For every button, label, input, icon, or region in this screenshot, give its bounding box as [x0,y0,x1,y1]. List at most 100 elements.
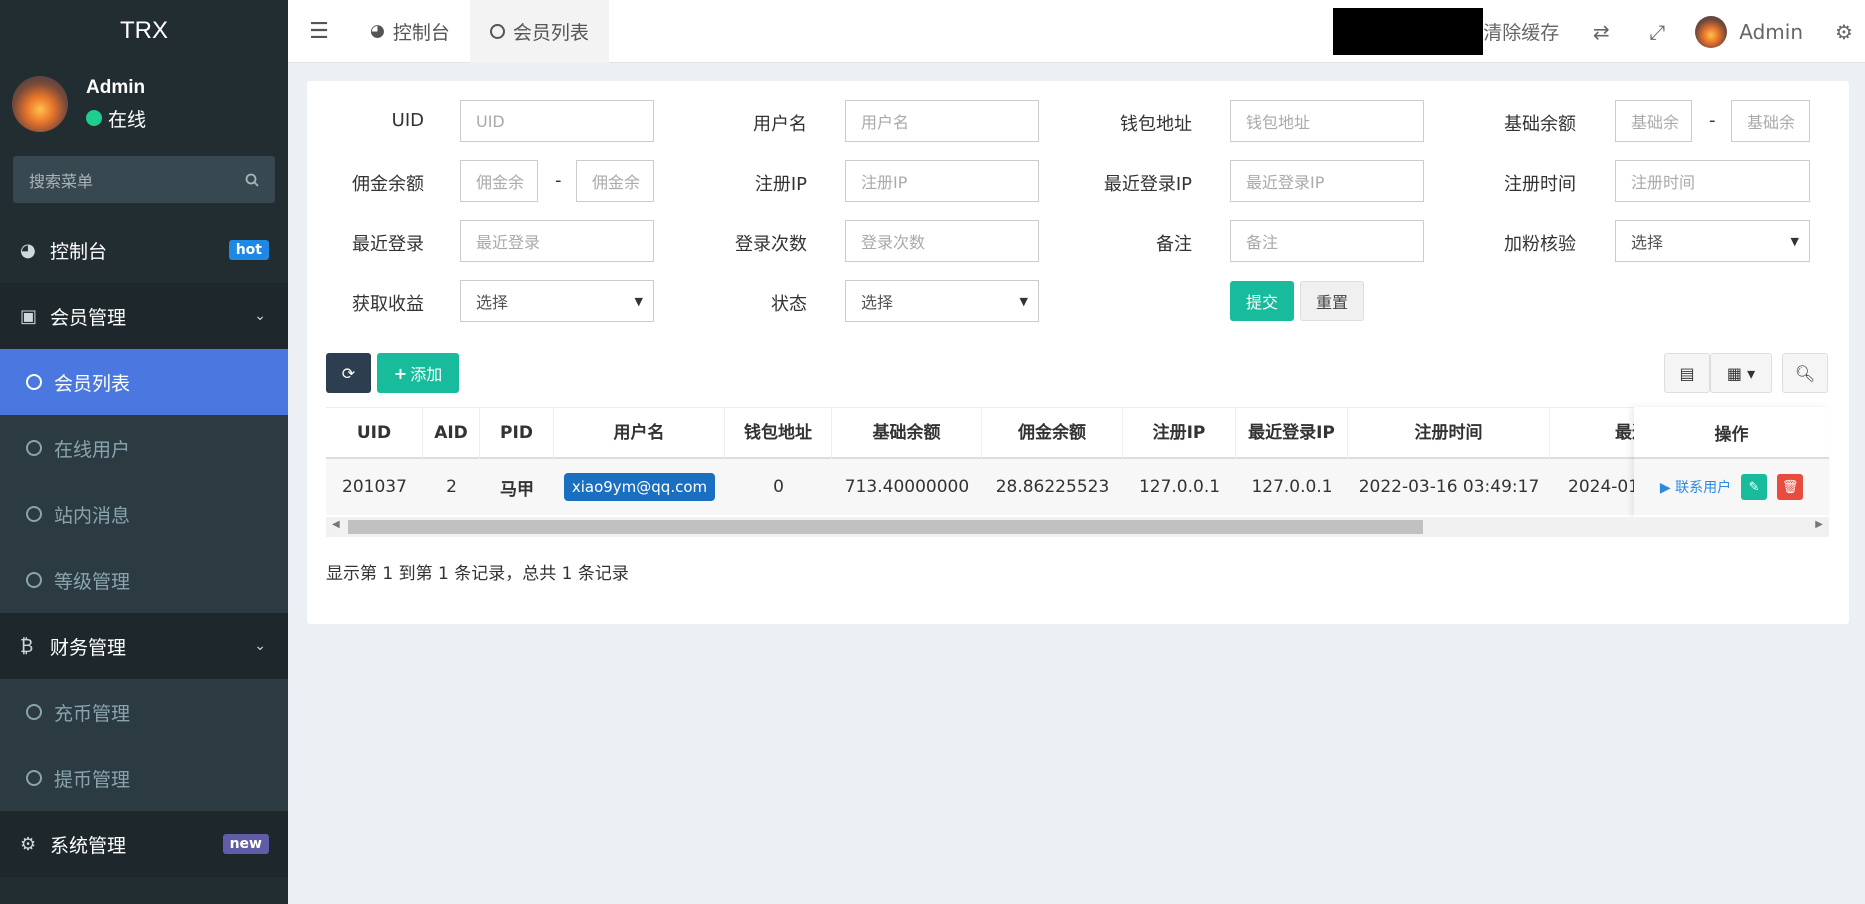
columns-button[interactable]: ▦ ▾ [1710,353,1772,393]
contact-user-link[interactable]: ▶ 联系用户 [1660,477,1731,497]
play-icon: ▶ [1659,480,1671,496]
dashboard-icon: ◕ [370,21,385,41]
admin-menu[interactable]: Admin [1685,15,1823,48]
reg-time-label: 注册时间 [1504,174,1576,195]
earnings-label: 获取收益 [352,294,424,315]
circle-icon [26,374,42,390]
base-balance-max-input[interactable]: 基础余 [1731,100,1810,142]
sidebar-item-online-users[interactable]: 在线用户 [0,415,288,481]
chevron-down-icon: ⌄ [254,638,266,654]
cell-pid: 马甲 [500,479,534,500]
last-ip-label: 最近登录IP [1103,174,1192,195]
cell-username: xiao9ym@qq.com [554,473,725,501]
col-wallet[interactable]: 钱包地址 [725,406,832,459]
col-base-balance[interactable]: 基础余额 [832,406,982,459]
operations-cell: ▶ 联系用户 ✎ 🗑︎ [1634,459,1829,515]
cell-aid: 2 [446,477,457,497]
col-last-ip[interactable]: 最近登录IP [1236,406,1348,459]
sidebar-item-system[interactable]: ⚙ 系统管理 new [0,811,288,877]
col-reg-time[interactable]: 注册时间 [1348,406,1550,459]
base-balance-min-input[interactable]: 基础余 [1615,100,1692,142]
search-toggle-button[interactable]: 🔍︎ [1782,353,1828,393]
cell-reg-time: 2022-03-16 03:49:17 [1358,477,1540,497]
language-icon[interactable]: ⇄ [1573,20,1629,44]
menu-toggle-icon[interactable]: ☰ [288,0,350,63]
sidebar-item-dashboard[interactable]: ◕ 控制台 hot [0,217,288,283]
circle-icon [489,23,505,39]
sidebar-item-member-management[interactable]: ▣ 会员管理 ⌄ [0,283,288,349]
fullscreen-icon[interactable]: ⤢ [1629,20,1685,44]
col-username[interactable]: 用户名 [554,406,725,459]
circle-icon [26,704,42,720]
login-count-input[interactable]: 登录次数 [845,220,1039,262]
select-value: 选择 [1631,233,1664,252]
edit-button[interactable]: ✎ [1741,474,1768,500]
reset-button[interactable]: 重置 [1300,281,1364,321]
last-ip-input[interactable]: 最近登录IP [1230,160,1424,202]
pencil-icon: ✎ [1748,479,1760,495]
add-button[interactable]: + 添加 [377,353,459,393]
commission-max-input[interactable]: 佣金余 [576,160,654,202]
remark-label: 备注 [1156,234,1192,255]
sidebar-item-recharge[interactable]: 充币管理 [0,679,288,745]
scroll-right-icon[interactable]: ▶ [1815,519,1823,530]
sidebar-item-messages[interactable]: 站内消息 [0,481,288,547]
sidebar-item-withdraw[interactable]: 提币管理 [0,745,288,811]
last-login-input[interactable]: 最近登录 [460,220,654,262]
sidebar-item-label: 会员列表 [54,372,131,395]
col-uid[interactable]: UID [326,406,423,459]
sidebar-item-member-list[interactable]: 会员列表 [0,349,288,415]
user-panel: Admin 在线 [0,62,288,146]
wallet-input[interactable]: 钱包地址 [1230,100,1424,142]
clear-cache-link[interactable]: 清除缓存 [1483,18,1573,45]
circle-icon [26,770,42,786]
commission-min-input[interactable]: 佣金余 [460,160,538,202]
search-placeholder: 搜索菜单 [29,171,94,191]
uid-input[interactable]: UID [460,100,654,142]
search-icon[interactable] [245,173,259,187]
pagination-summary: 显示第 1 到第 1 条记录，总共 1 条记录 [326,564,629,584]
address-card-icon: ▣ [20,305,38,327]
contact-label: 联系用户 [1675,480,1732,496]
sidebar-item-label: 提币管理 [54,768,131,791]
username-input[interactable]: 用户名 [845,100,1039,142]
sidebar-item-levels[interactable]: 等级管理 [0,547,288,613]
reg-ip-input[interactable]: 注册IP [845,160,1039,202]
username-pill[interactable]: xiao9ym@qq.com [563,473,716,501]
col-aid[interactable]: AID [423,406,480,459]
submit-button[interactable]: 提交 [1230,281,1294,321]
refresh-button[interactable]: ⟳ [326,353,371,393]
horizontal-scrollbar[interactable]: ◀ ▶ [326,517,1829,537]
hot-badge: hot [228,240,269,260]
reg-time-input[interactable]: 注册时间 [1615,160,1810,202]
table-row[interactable]: 201037 2 马甲 xiao9ym@qq.com 0 713.4000000… [326,459,1829,515]
tab-label: 会员列表 [512,21,589,44]
status-select[interactable]: 选择 ▼ [845,280,1039,322]
caret-down-icon: ▼ [1019,294,1028,308]
sidebar-item-finance[interactable]: ₿ 财务管理 ⌄ [0,613,288,679]
topbar: ☰ ◕ 控制台 会员列表 清除缓存 ⇄ ⤢ Admin ⚙ [288,0,1865,63]
redacted-block [1333,8,1484,55]
col-pid[interactable]: PID [480,406,554,459]
scroll-thumb[interactable] [348,520,1423,534]
remark-input[interactable]: 备注 [1230,220,1424,262]
col-reg-ip[interactable]: 注册IP [1123,406,1236,459]
scroll-left-icon[interactable]: ◀ [332,519,340,530]
toggle-view-button[interactable]: ▤ [1664,353,1710,393]
fan-check-select[interactable]: 选择 ▼ [1615,220,1810,262]
caret-down-icon: ▼ [634,294,643,308]
tab-dashboard[interactable]: ◕ 控制台 [350,0,470,63]
sidebar-search-input[interactable]: 搜索菜单 [13,156,275,203]
col-commission[interactable]: 佣金余额 [982,406,1123,459]
admin-name: Admin [1739,19,1803,44]
cell-last-ip: 127.0.0.1 [1251,477,1333,497]
col-operations: 操作 [1634,407,1829,459]
brand-logo[interactable]: TRX [0,0,288,62]
settings-icon[interactable]: ⚙ [1823,20,1865,44]
tab-member-list[interactable]: 会员列表 [469,0,609,63]
delete-button[interactable]: 🗑︎ [1777,474,1804,500]
earnings-select[interactable]: 选择 ▼ [460,280,654,322]
select-value: 选择 [861,293,894,312]
circle-icon [26,572,42,588]
fan-check-label: 加粉核验 [1504,234,1576,255]
